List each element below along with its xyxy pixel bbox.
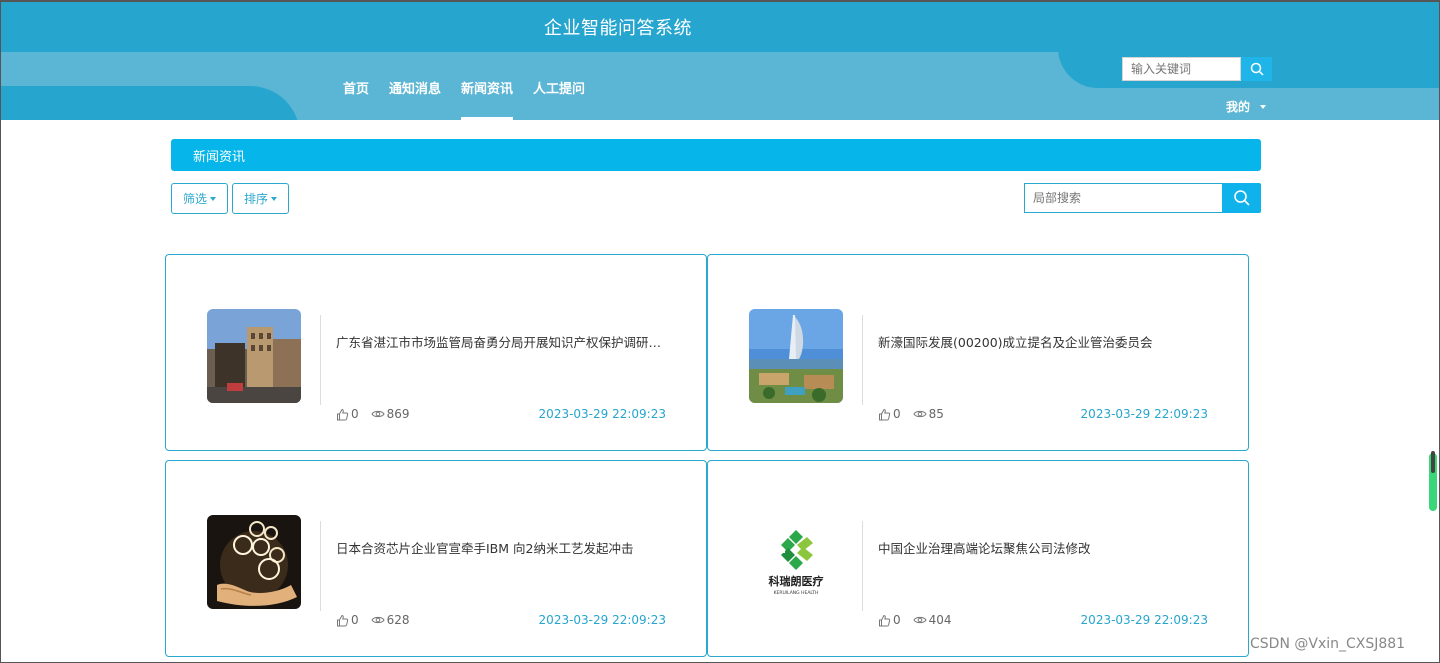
keruilang-logo: 科瑞朗医疗 KERUILANG HEALTH (749, 515, 843, 609)
news-thumbnail (207, 309, 301, 403)
eye-icon (371, 615, 385, 625)
news-card[interactable]: 日本合资芯片企业官宣牵手IBM 向2纳米工艺发起冲击 0 628 2023-03… (165, 460, 707, 657)
news-date: 2023-03-29 22:09:23 (1080, 407, 1208, 421)
view-count: 628 (386, 613, 410, 627)
sort-dropdown[interactable]: 排序 (232, 183, 289, 214)
sort-label: 排序 (243, 192, 268, 206)
local-search-input[interactable] (1024, 183, 1222, 213)
view-count: 404 (928, 613, 952, 627)
news-date: 2023-03-29 22:09:23 (538, 613, 666, 627)
eye-icon (913, 409, 927, 419)
nav-item-ask-human[interactable]: 人工提问 (533, 78, 585, 120)
news-meta: 0 404 (878, 613, 964, 627)
eye-icon (913, 615, 927, 625)
news-title[interactable]: 广东省湛江市市场监管局奋勇分局开展知识产权保护调研… (336, 332, 668, 351)
nav-item-notices[interactable]: 通知消息 (389, 78, 441, 120)
news-date: 2023-03-29 22:09:23 (538, 407, 666, 421)
section-title: 新闻资讯 (193, 150, 246, 165)
like-count: 0 (351, 613, 359, 627)
news-meta: 0 869 (336, 407, 422, 421)
news-card[interactable]: 新濠国际发展(00200)成立提名及企业管治委员会 0 85 2023-03-2… (707, 254, 1249, 451)
news-thumbnail (207, 515, 301, 609)
search-icon (1233, 190, 1250, 206)
news-card[interactable]: 广东省湛江市市场监管局奋勇分局开展知识产权保护调研… 0 869 2023-03… (165, 254, 707, 451)
thumbs-up-icon[interactable] (878, 614, 891, 627)
user-menu-label: 我的 (1226, 100, 1251, 114)
top-search-button[interactable] (1241, 57, 1272, 81)
filter-dropdown[interactable]: 筛选 (171, 183, 228, 214)
caret-down-icon (271, 196, 277, 201)
news-card[interactable]: 科瑞朗医疗 KERUILANG HEALTH 中国企业治理高端论坛聚焦公司法修改… (707, 460, 1249, 657)
search-icon (1250, 62, 1264, 76)
top-search-input[interactable] (1122, 57, 1241, 81)
caret-down-icon (210, 196, 216, 201)
news-date: 2023-03-29 22:09:23 (1080, 613, 1208, 627)
svg-text:KERUILANG HEALTH: KERUILANG HEALTH (774, 590, 819, 596)
svg-text:科瑞朗医疗: 科瑞朗医疗 (769, 574, 824, 588)
like-count: 0 (351, 407, 359, 421)
thumbs-up-icon[interactable] (336, 408, 349, 421)
nav-item-news[interactable]: 新闻资讯 (461, 78, 514, 120)
nav-item-home[interactable]: 首页 (343, 78, 369, 120)
news-thumbnail: 科瑞朗医疗 KERUILANG HEALTH (749, 515, 843, 609)
caret-down-icon (1260, 104, 1267, 109)
scrollbar-grip[interactable] (1431, 451, 1435, 473)
thumbs-up-icon[interactable] (336, 614, 349, 627)
news-meta: 0 85 (878, 407, 956, 421)
news-title[interactable]: 新濠国际发展(00200)成立提名及企业管治委员会 (878, 332, 1210, 351)
view-count: 869 (386, 407, 410, 421)
news-meta: 0 628 (336, 613, 422, 627)
news-title[interactable]: 中国企业治理高端论坛聚焦公司法修改 (878, 538, 1210, 557)
local-search-button[interactable] (1222, 183, 1261, 213)
like-count: 0 (893, 613, 901, 627)
news-title[interactable]: 日本合资芯片企业官宣牵手IBM 向2纳米工艺发起冲击 (336, 538, 668, 557)
user-menu[interactable]: 我的 (1226, 98, 1267, 115)
top-search (1122, 57, 1272, 81)
filter-label: 筛选 (182, 192, 207, 206)
news-thumbnail (749, 309, 843, 403)
header: 企业智能问答系统 首页 通知消息 新闻资讯 人工提问 我的 (0, 0, 1440, 120)
thumbs-up-icon[interactable] (878, 408, 891, 421)
eye-icon (371, 409, 385, 419)
site-title: 企业智能问答系统 (544, 18, 692, 39)
view-count: 85 (928, 407, 944, 421)
like-count: 0 (893, 407, 901, 421)
main-nav: 首页 通知消息 新闻资讯 人工提问 (343, 78, 605, 120)
section-title-bar: 新闻资讯 (171, 139, 1261, 171)
watermark: CSDN @Vxin_CXSJ881 (1250, 636, 1406, 652)
local-search (1024, 183, 1261, 213)
